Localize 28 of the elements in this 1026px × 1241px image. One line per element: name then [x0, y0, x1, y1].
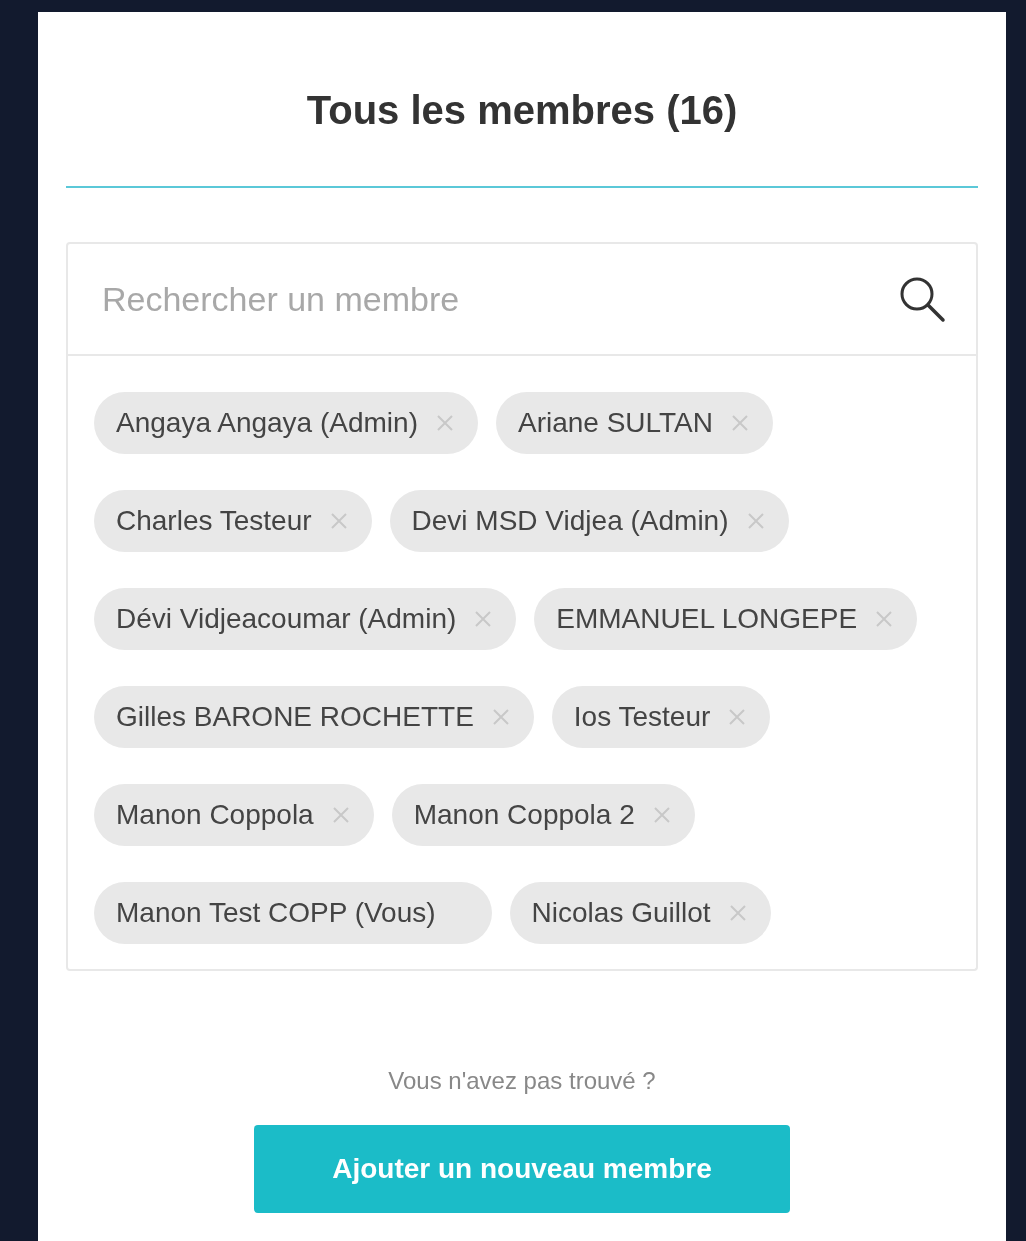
not-found-text: Vous n'avez pas trouvé ? [388, 1066, 656, 1096]
close-icon[interactable] [329, 512, 348, 530]
page-title: Tous les membres (16) [306, 87, 738, 134]
add-member-button[interactable]: Ajouter un nouveau membre [254, 1125, 790, 1213]
member-name: Ariane SULTAN [517, 406, 713, 440]
member-name: Angaya Angaya (Admin) [116, 406, 418, 440]
member-name: Devi MSD Vidjea (Admin) [411, 504, 729, 538]
member-name: Manon Test COPP (Vous) [116, 896, 436, 930]
close-icon[interactable] [746, 512, 765, 530]
close-icon[interactable] [491, 708, 510, 726]
member-name: Manon Coppola 2 [413, 798, 635, 832]
search-icon[interactable] [898, 275, 946, 323]
close-icon[interactable] [728, 904, 747, 922]
member-name: Dévi Vidjeacoumar (Admin) [116, 602, 457, 636]
search-field[interactable]: Rechercher un membre [66, 242, 978, 356]
close-icon[interactable] [435, 414, 454, 432]
member-name: Gilles BARONE ROCHETTE [116, 700, 474, 734]
member-name: Ios Testeur [573, 700, 711, 734]
member-name: Charles Testeur [116, 504, 312, 538]
close-icon[interactable] [331, 806, 350, 824]
member-name: Nicolas Guillot [531, 896, 711, 930]
member-name: Manon Coppola [116, 798, 314, 832]
close-icon[interactable] [875, 610, 894, 628]
member-name: EMMANUEL LONGEPE [556, 602, 858, 636]
close-icon[interactable] [731, 414, 749, 432]
close-icon[interactable] [474, 610, 493, 628]
close-icon[interactable] [652, 806, 671, 824]
close-icon[interactable] [728, 708, 747, 726]
